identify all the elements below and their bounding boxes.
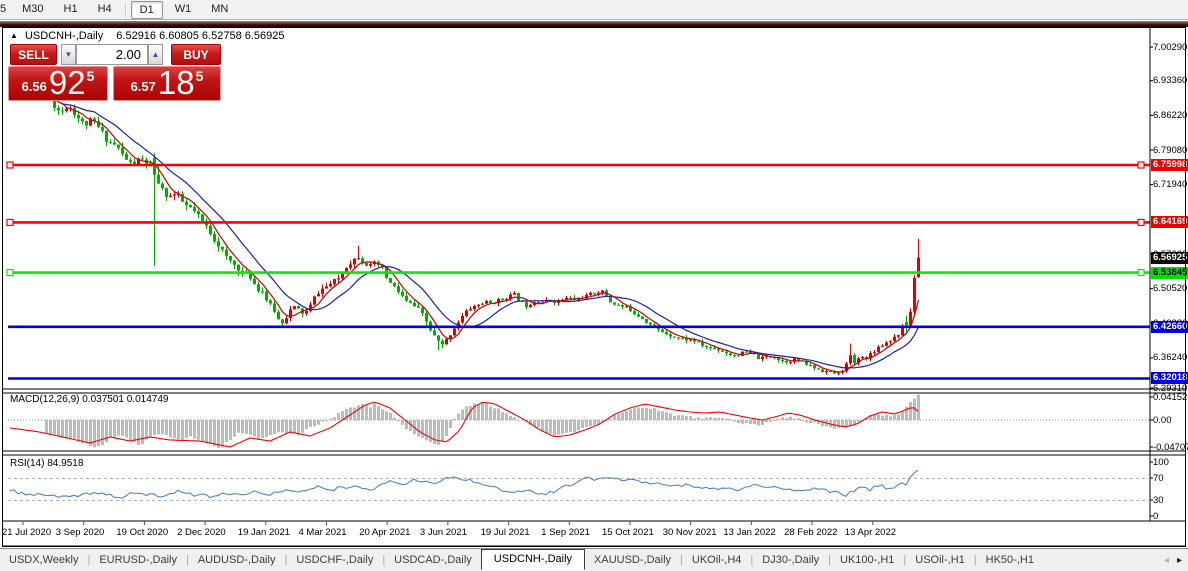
rsi-axis-label: 100 [1153, 457, 1169, 468]
chart-tab-usdchf[interactable]: USDCHF-,Daily [287, 551, 382, 569]
buy-price-fraction: 5 [195, 68, 204, 84]
date-axis-label: 20 Apr 2021 [359, 527, 411, 538]
macd-axis-label: 0.00 [1153, 415, 1172, 426]
chart-tab-xauusd[interactable]: XAUUSD-,Daily [585, 551, 680, 569]
chart-tab-usoil[interactable]: USOil-,H1 [906, 551, 974, 569]
chart-tab-usdx[interactable]: USDX,Weekly [0, 551, 87, 569]
macd-indicator-label: MACD(12,26,9) 0.037501 0.014749 [10, 394, 169, 405]
terminal-window: 5 M30 H1 H4 D1 W1 MN ▲ USDCNH-,Daily 6.52916 6… [0, 0, 1188, 571]
price-axis-label: 6.50520 [1153, 283, 1188, 294]
date-axis-label: 19 Jan 2021 [237, 527, 291, 538]
collapse-chart-icon[interactable]: ▲ [10, 31, 18, 40]
date-axis-label: 4 Mar 2021 [298, 527, 347, 538]
timeframe-button-d1[interactable]: D1 [130, 0, 163, 19]
date-axis-label: 19 Jul 2021 [480, 527, 530, 538]
chart-tab-dj30[interactable]: DJ30-,Daily [753, 551, 828, 569]
chart-tab-uk100[interactable]: UK100-,H1 [831, 551, 903, 569]
volume-input[interactable]: 2.00 [76, 44, 148, 65]
sell-button[interactable]: SELL [10, 44, 57, 65]
timeframe-button-m30[interactable]: M30 [14, 1, 51, 19]
chart-ohlc-values: 6.52916 6.60805 6.52758 6.56925 [116, 30, 285, 42]
price-level-badge: 6.56925 [1151, 252, 1188, 264]
price-axis-label: 6.93360 [1153, 75, 1188, 86]
timeframe-button-w1[interactable]: W1 [167, 1, 200, 19]
price-axis-label: 7.00290 [1153, 42, 1188, 53]
sell-price-fraction: 5 [86, 68, 95, 84]
date-axis-label: 1 Sep 2021 [541, 527, 590, 538]
buy-price-prefix: 6.57 [130, 79, 156, 94]
toolbar-separator [124, 2, 126, 17]
price-axis-label: 6.36240 [1153, 352, 1188, 363]
window-title-strip [0, 21, 1188, 27]
volume-decrement-button[interactable]: ▼ [61, 44, 76, 65]
price-level-badge: 6.53845 [1151, 267, 1188, 279]
rsi-indicator-label: RSI(14) 84.9518 [10, 458, 84, 469]
chart-tab-ukoil[interactable]: UKOil-,H4 [683, 551, 751, 569]
price-axis-label: 6.86220 [1153, 110, 1188, 121]
rsi-axis-label: 70 [1153, 473, 1164, 484]
price-level-badge: 6.75998 [1151, 159, 1188, 171]
buy-button[interactable]: BUY [171, 44, 221, 65]
timeframe-button-h4[interactable]: H4 [90, 1, 120, 19]
price-level-badge: 6.42660 [1151, 321, 1188, 333]
tab-scroll-right-icon[interactable]: ▸ [1177, 555, 1182, 566]
chart-tab-audusd[interactable]: AUDUSD-,Daily [189, 551, 285, 569]
sell-price-prefix: 6.56 [21, 79, 47, 94]
rsi-axis-label: 0 [1153, 511, 1159, 522]
timeframe-button-h1[interactable]: H1 [56, 1, 86, 19]
price-axis-label: 6.71940 [1153, 179, 1188, 190]
chart-symbol-title: USDCNH-,Daily [24, 30, 104, 42]
date-axis-label: 13 Jan 2022 [723, 527, 776, 538]
buy-price-pips: 18 [157, 64, 195, 101]
chart-tab-hk50[interactable]: HK50-,H1 [977, 551, 1043, 569]
date-axis-label: 19 Oct 2020 [116, 527, 169, 538]
price-level-badge: 6.32018 [1151, 372, 1188, 384]
macd-axis-label: 0.041528 [1153, 392, 1188, 403]
date-axis-label: 3 Sep 2020 [55, 527, 105, 538]
volume-increment-button[interactable]: ▲ [148, 44, 163, 65]
chart-tab-eurusd[interactable]: EURUSD-,Daily [90, 551, 186, 569]
chart-header: ▲ USDCNH-,Daily 6.52916 6.60805 6.52758 … [10, 30, 285, 42]
date-axis-label: 30 Nov 2021 [662, 527, 717, 538]
macd-axis-label: -0.04707 [1153, 442, 1188, 453]
date-axis-label: 15 Oct 2021 [602, 527, 654, 538]
timeframe-toolbar: 5 M30 H1 H4 D1 W1 MN [0, 0, 1188, 20]
date-axis-label: 21 Jul 2020 [2, 527, 52, 538]
price-level-badge: 6.64169 [1151, 216, 1188, 228]
sell-price-display[interactable]: 6.56 92 5 [8, 66, 108, 101]
date-axis-label: 3 Jun 2021 [419, 527, 467, 538]
chart-background [3, 28, 1185, 546]
timeframe-button-mn[interactable]: MN [203, 1, 236, 19]
chart-tab-usdcnh[interactable]: USDCNH-,Daily [480, 548, 586, 570]
date-axis-label: 28 Feb 2022 [784, 527, 838, 538]
chart-tab-usdcad[interactable]: USDCAD-,Daily [385, 551, 481, 569]
date-axis-label: 2 Dec 2020 [177, 527, 226, 538]
symbol-tab-bar: USDX,Weekly | EURUSD-,Daily | AUDUSD-,Daily |… [0, 548, 1188, 571]
timeframe-button-5[interactable]: 5 [0, 1, 10, 19]
tab-scroll-arrows: ◂ ▸ [1164, 555, 1182, 566]
price-axis-label: 6.79080 [1153, 145, 1188, 156]
sell-price-pips: 92 [48, 64, 86, 101]
tab-scroll-left-icon[interactable]: ◂ [1164, 555, 1169, 566]
date-axis-label: 13 Apr 2022 [844, 527, 897, 538]
rsi-axis-label: 30 [1153, 495, 1164, 506]
buy-price-display[interactable]: 6.57 18 5 [113, 66, 221, 101]
